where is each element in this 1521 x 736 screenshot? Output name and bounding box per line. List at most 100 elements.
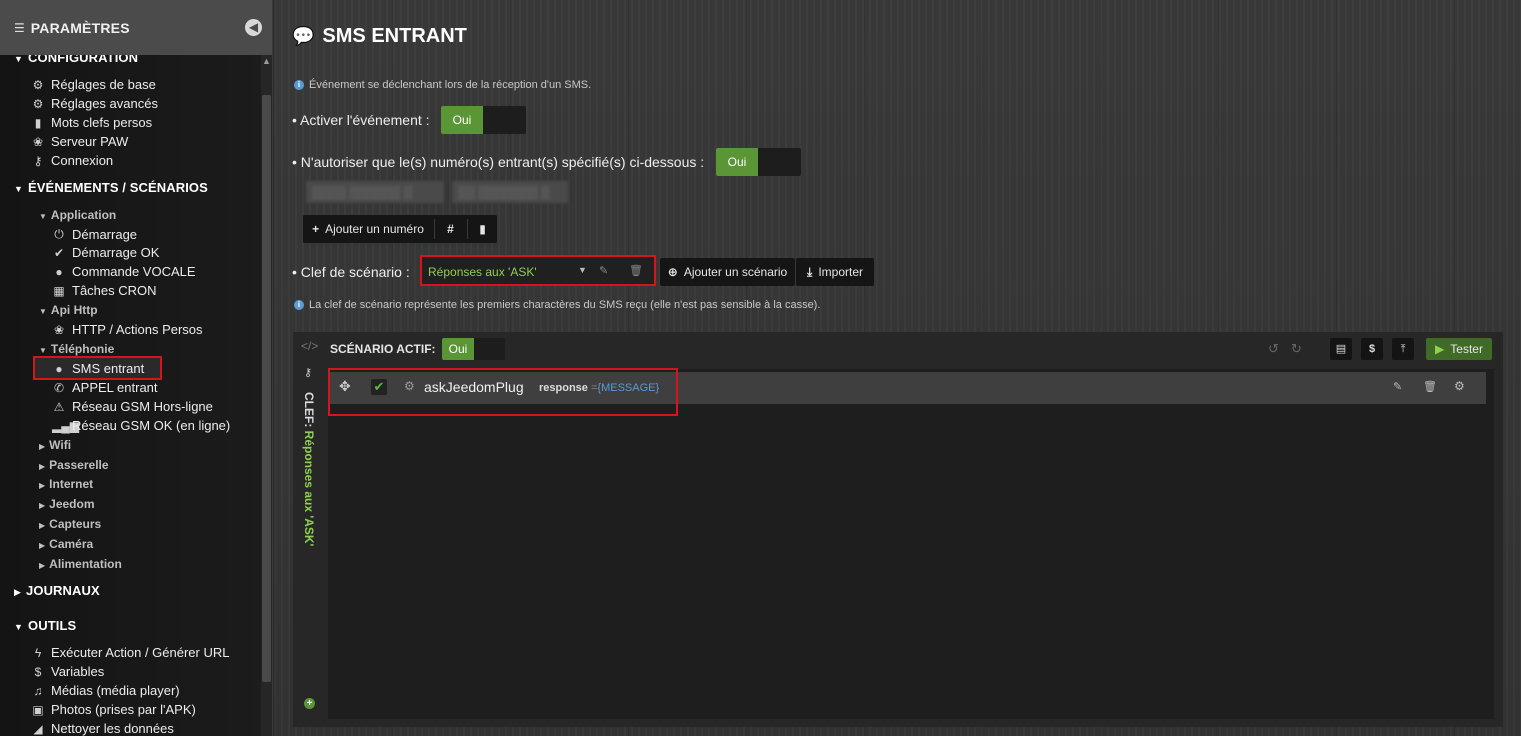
nav-item-reglages-avances[interactable]: ⚙ Réglages avancés [31,96,158,111]
group-label: Wifi [49,438,72,452]
sliders-icon: ☰ [14,20,25,35]
nav-item-demarrage-ok[interactable]: ✔ Démarrage OK [52,245,159,260]
page-title-text: SMS ENTRANT [322,25,467,47]
undo-icon[interactable]: ↺ [1268,341,1279,357]
sidebar: ▲ ▼ CONFIGURATION ⚙ Réglages de base ⚙ Régl… [0,0,273,736]
group-label: Api Http [50,303,98,317]
nav-item-label: APPEL entrant [72,380,158,395]
phone-number-chip[interactable]: ▒▒▒▒ ▒▒▒▒▒▒ ▒ [306,181,444,203]
section-evenements[interactable]: ▼ ÉVÉNEMENTS / SCÉNARIOS [14,180,208,195]
page-title: 💬 SMS ENTRANT [292,25,467,48]
phone-number-chip[interactable]: ▒▒ ▒▒▒▒▒▒▒ ▒ [452,181,568,203]
group-telephonie[interactable]: ▼ Téléphonie [39,342,114,356]
nav-item-label: Réglages avancés [51,96,158,111]
group-passerelle[interactable]: ▶ Passerelle [39,458,109,472]
group-capteurs[interactable]: ▶ Capteurs [39,517,101,531]
nav-item-demarrage[interactable]: ⏻ Démarrage [52,227,137,242]
section-outils[interactable]: ▼ OUTILS [14,618,76,633]
hashtag-button[interactable]: # [435,215,466,243]
main-content: 💬 SMS ENTRANT i Événement se déclenchant… [274,0,1521,736]
nav-item-label: Tâches CRON [72,283,157,298]
scenario-active-label: SCÉNARIO ACTIF: [330,342,436,356]
delete-scenario-key-icon[interactable]: 🗑 [629,264,643,277]
group-label: Téléphonie [50,342,115,356]
sidebar-header: ☰ PARAMÈTRES ◀ [0,0,272,55]
dollar-icon: $ [34,664,42,679]
nav-item-variables[interactable]: $ Variables [31,664,105,679]
group-label: Passerelle [49,458,109,472]
caret-right-icon: ▶ [39,462,46,471]
scroll-up-arrow-icon[interactable]: ▲ [262,56,271,68]
group-camera[interactable]: ▶ Caméra [39,537,93,551]
nav-item-commande-vocale[interactable]: ● Commande VOCALE [52,264,195,279]
clef-value: Réponses aux 'ASK' [302,430,316,547]
delete-action-icon[interactable]: 🗑 [1423,380,1437,393]
add-scenario-button[interactable]: ⊕ Ajouter un scénario [660,258,795,286]
nav-item-photos[interactable]: ▣ Photos (prises par l'APK) [31,702,196,717]
nav-item-label: SMS entrant [72,361,145,376]
collapse-sidebar-icon[interactable]: ◀ [245,19,262,36]
toggle-on-label: Oui [441,106,483,134]
nav-item-executer-action[interactable]: ϟ Exécuter Action / Générer URL [31,645,230,660]
scenario-key-select[interactable]: Réponses aux 'ASK' ▼ ✎ 🗑 [420,255,656,286]
nav-item-connexion[interactable]: ⚷ Connexion [31,153,114,168]
numbers-restriction-toggle[interactable]: Oui [716,148,801,176]
nav-item-mots-clefs[interactable]: ▮ Mots clefs persos [31,115,152,130]
section-outils-label: OUTILS [28,618,77,633]
group-api-http[interactable]: ▼ Api Http [39,303,98,317]
section-journaux[interactable]: ▶ JOURNAUX [14,583,100,598]
edit-scenario-key-icon[interactable]: ✎ [599,264,608,277]
variables-button[interactable]: $ [1361,338,1383,360]
caret-down-icon: ▼ [14,622,24,632]
import-button[interactable]: ⤓ Importer [796,258,874,286]
book-icon: ▮ [34,115,42,130]
nav-item-label: Serveur PAW [51,134,129,149]
nav-item-taches-cron[interactable]: ▦ Tâches CRON [52,283,157,298]
info-icon: i [294,80,304,90]
contacts-book-button[interactable]: ▮ [468,215,497,243]
sidebar-scrollbar-thumb[interactable] [262,95,271,682]
nav-item-sms-entrant[interactable]: ● SMS entrant [52,361,144,376]
export-button[interactable]: ⤒ [1392,338,1414,360]
add-action-icon[interactable]: + [304,698,315,709]
nav-item-appel-entrant[interactable]: ✆ APPEL entrant [52,380,158,395]
group-wifi[interactable]: ▶ Wifi [39,438,71,452]
activate-event-label: • Activer l'événement : [292,112,430,128]
group-alimentation[interactable]: ▶ Alimentation [39,557,122,571]
nav-item-http-actions[interactable]: ❀ HTTP / Actions Persos [52,322,203,337]
caret-down-icon: ▼ [39,212,47,221]
add-number-label: Ajouter un numéro [325,222,424,236]
group-application[interactable]: ▼ Application [39,208,116,222]
settings-action-icon[interactable]: ⚙ [1454,379,1465,393]
group-internet[interactable]: ▶ Internet [39,477,93,491]
add-number-button[interactable]: + Ajouter un numéro [303,215,433,243]
document-button[interactable]: ▤ [1330,338,1352,360]
nav-item-label: Réseau GSM OK (en ligne) [72,418,231,433]
paw-icon: ❀ [32,134,44,149]
scenario-key-value: Réponses aux 'ASK' [428,265,537,279]
comment-icon: 💬 [292,26,315,46]
info-icon: i [294,300,304,310]
caret-right-icon: ▶ [39,521,46,530]
scenario-active-toggle[interactable]: Oui [442,338,505,360]
activate-event-toggle[interactable]: Oui [441,106,526,134]
gear-icon: ⚙ [32,77,44,92]
plus-icon: + [312,222,320,236]
redo-icon[interactable]: ↻ [1291,341,1302,357]
nav-item-serveur-paw[interactable]: ❀ Serveur PAW [31,134,128,149]
nav-item-label: Connexion [51,153,114,168]
nav-item-medias[interactable]: ♫ Médias (média player) [31,683,180,698]
nav-item-nettoyer[interactable]: ◢ Nettoyer les données [31,721,173,736]
nav-item-label: Démarrage OK [72,245,160,260]
nav-item-gsm-hors-ligne[interactable]: ⚠ Réseau GSM Hors-ligne [52,399,213,414]
nav-item-label: Variables [51,664,105,679]
file-icon: ▤ [1335,343,1347,355]
group-jeedom[interactable]: ▶ Jeedom [39,497,95,511]
edit-action-icon[interactable]: ✎ [1393,380,1402,393]
nav-item-gsm-ok[interactable]: ▂▄▆ Réseau GSM OK (en ligne) [52,418,230,433]
info-clef: i La clef de scénario représente les pre… [294,299,820,311]
nav-item-reglages-base[interactable]: ⚙ Réglages de base [31,77,156,92]
code-icon[interactable]: </> [301,339,318,353]
import-label: Importer [818,265,863,279]
test-button[interactable]: ▶ Tester [1426,338,1492,360]
